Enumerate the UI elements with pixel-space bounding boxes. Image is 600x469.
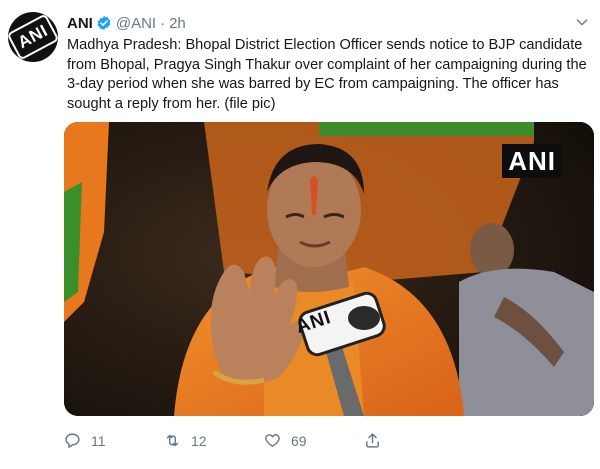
retweet-icon (166, 434, 179, 447)
ani-logo: ANI (8, 13, 58, 61)
verified-badge-icon (97, 16, 111, 30)
avatar[interactable]: ANI (8, 12, 58, 62)
share-icon (366, 433, 379, 448)
retweet-button[interactable]: 12 (164, 432, 207, 449)
tweet-photo[interactable]: ANI ANI (64, 122, 594, 416)
tweet-time[interactable]: 2h (169, 15, 186, 32)
author-name[interactable]: ANI (67, 15, 93, 32)
like-icon (265, 434, 280, 447)
chevron-down-icon[interactable] (574, 14, 590, 30)
ani-watermark: ANI (502, 144, 562, 178)
tweet-actions: 11 12 69 (64, 432, 594, 454)
like-count: 69 (291, 432, 307, 449)
tweet-header: ANI @ANI · 2h (67, 12, 186, 34)
tweet-text: Madhya Pradesh: Bhopal District Election… (67, 37, 587, 112)
like-button[interactable]: 69 (264, 432, 307, 449)
separator-dot: · (160, 14, 166, 32)
reply-count: 11 (91, 432, 106, 449)
reply-icon (65, 433, 80, 448)
retweet-count: 12 (191, 432, 207, 449)
author-handle[interactable]: @ANI (116, 15, 156, 32)
share-button[interactable] (364, 432, 391, 449)
reply-button[interactable]: 11 (64, 432, 106, 449)
tweet-card[interactable]: ANI ANI @ANI · 2h Madhya Pradesh: Bhopal… (0, 0, 600, 469)
